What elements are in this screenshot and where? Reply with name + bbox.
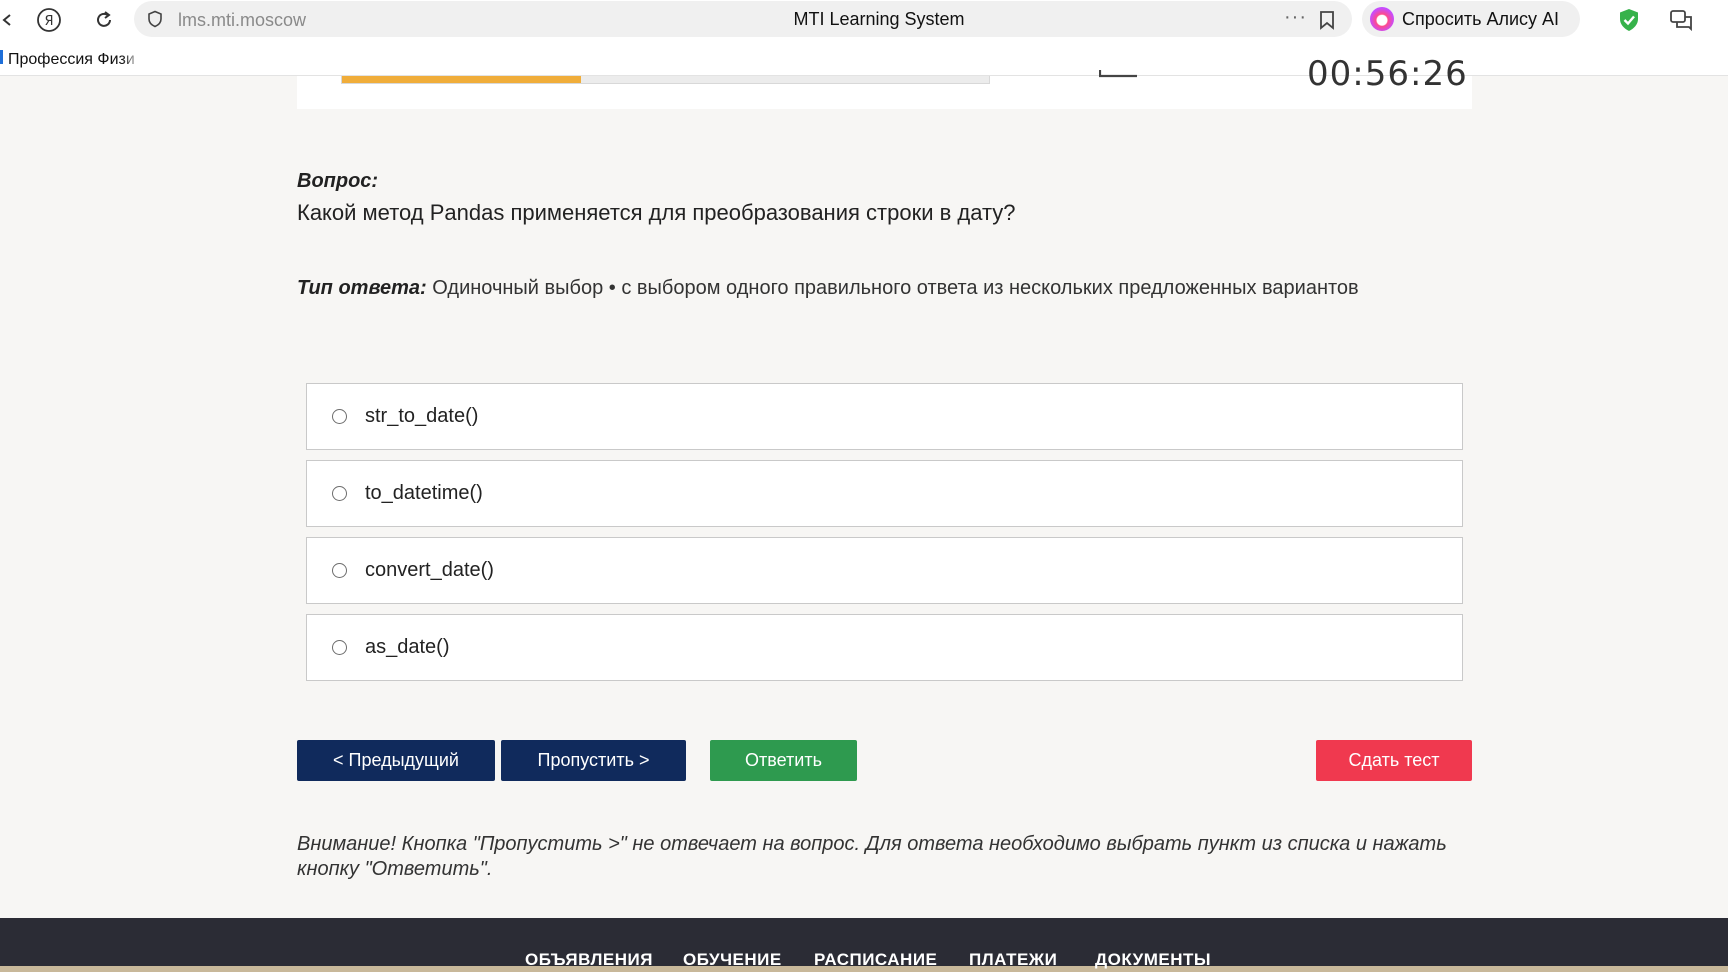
timer: 00:56:26 xyxy=(1307,54,1468,94)
answer-option[interactable]: as_date() xyxy=(306,614,1463,681)
radio-button[interactable] xyxy=(332,409,347,424)
site-shield-icon[interactable] xyxy=(146,10,164,28)
bookmark-favicon-icon xyxy=(0,50,3,64)
answer-button[interactable]: Ответить xyxy=(710,740,857,781)
answer-option-label: convert_date() xyxy=(365,559,494,581)
ask-alice-label: Спросить Алису AI xyxy=(1402,8,1560,29)
radio-button[interactable] xyxy=(332,486,347,501)
answer-type-label: Тип ответа: xyxy=(297,277,427,299)
answer-type-value: Одиночный выбор • с выбором одного прави… xyxy=(432,277,1359,299)
address-url[interactable]: lms.mti.moscow xyxy=(178,10,306,31)
footer-nav-payments[interactable]: ПЛАТЕЖИ xyxy=(969,950,1057,970)
alice-icon xyxy=(1370,7,1394,31)
answer-option[interactable]: str_to_date() xyxy=(306,383,1463,450)
answer-type: Тип ответа: Одиночный выбор • с выбором … xyxy=(297,277,1359,300)
skip-notice: Внимание! Кнопка "Пропустить >" не отвеч… xyxy=(297,833,1447,880)
radio-button[interactable] xyxy=(332,563,347,578)
skip-button[interactable]: Пропустить > xyxy=(501,740,686,781)
answer-option-label: to_datetime() xyxy=(365,482,483,504)
ask-alice-button[interactable]: Спросить Алису AI xyxy=(1362,1,1580,37)
tab-title: MTI Learning System xyxy=(793,9,965,29)
question-label: Вопрос: xyxy=(297,170,379,192)
footer-nav-announcements[interactable]: ОБЪЯВЛЕНИЯ xyxy=(525,950,653,970)
protect-shield-icon[interactable] xyxy=(1616,7,1642,33)
footer-nav-learning[interactable]: ОБУЧЕНИЕ xyxy=(683,950,782,970)
answer-option[interactable]: convert_date() xyxy=(306,537,1463,604)
test-header-card: 00:56:26 xyxy=(297,54,1472,109)
submit-test-button[interactable]: Сдать тест xyxy=(1316,740,1472,781)
previous-button[interactable]: < Предыдущий xyxy=(297,740,495,781)
yandex-logo-icon[interactable]: Я xyxy=(35,6,63,34)
bookmark-icon[interactable] xyxy=(1318,10,1336,30)
answer-option-label: as_date() xyxy=(365,636,450,658)
progress-bar xyxy=(341,76,990,84)
bookmark-item[interactable]: Профессия Физи xyxy=(8,51,142,69)
footer-nav-schedule[interactable]: РАСПИСАНИЕ xyxy=(814,950,937,970)
radio-button[interactable] xyxy=(332,640,347,655)
bookmarks-bar: Профессия Физи xyxy=(0,38,1728,76)
chat-icon[interactable] xyxy=(1668,8,1694,32)
clock-icon xyxy=(1099,70,1137,78)
more-options-icon[interactable]: ··· xyxy=(1284,6,1307,29)
answer-option-label: str_to_date() xyxy=(365,405,479,427)
question-text: Какой метод Pandas применяется для преоб… xyxy=(297,200,1016,225)
footer-nav-documents[interactable]: ДОКУМЕНТЫ xyxy=(1095,950,1211,970)
browser-toolbar: Я lms.mti.moscow MTI Learning System ···… xyxy=(0,0,1728,38)
progress-fill xyxy=(342,76,582,83)
address-bar[interactable]: lms.mti.moscow MTI Learning System ··· xyxy=(134,1,1352,37)
back-arrow-icon[interactable] xyxy=(0,6,22,34)
svg-text:Я: Я xyxy=(44,14,53,29)
answer-option[interactable]: to_datetime() xyxy=(306,460,1463,527)
reload-icon[interactable] xyxy=(90,6,118,34)
